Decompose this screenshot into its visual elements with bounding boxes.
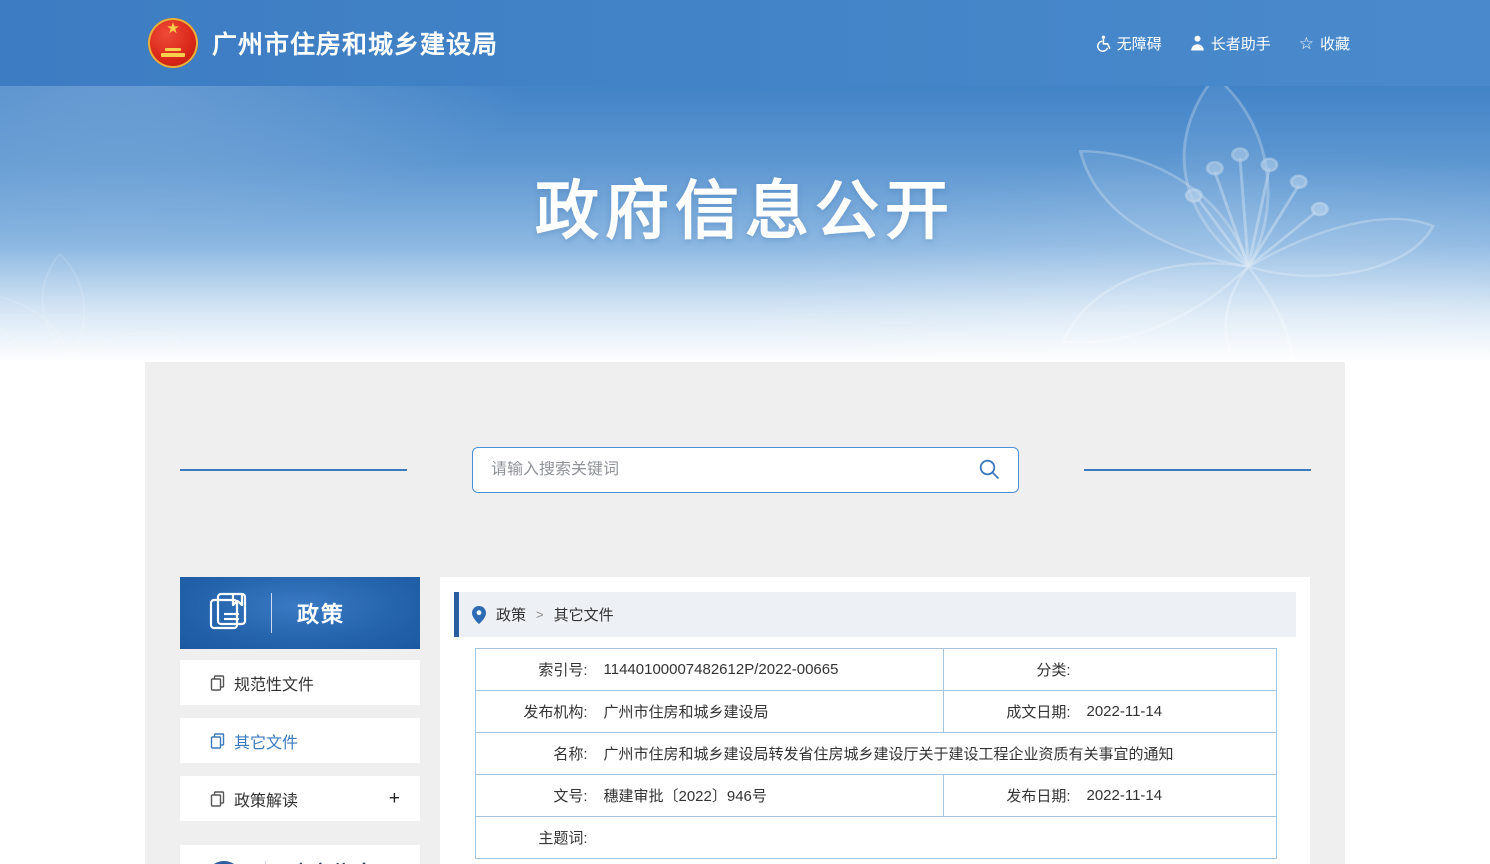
field-label-index: 索引号: <box>476 649 591 691</box>
elder-assistant-link[interactable]: 长者助手 <box>1190 33 1271 54</box>
table-row-keywords: 主题词: <box>476 817 1277 859</box>
document-icon <box>210 675 225 691</box>
field-label-title: 名称: <box>476 733 591 775</box>
sidebar-section-title: 政策 <box>297 597 345 629</box>
field-label-publish-date: 发布日期: <box>944 775 1074 817</box>
sidebar-section-gov-info[interactable]: 政府信息公开 <box>180 845 420 864</box>
accessibility-link[interactable]: 无障碍 <box>1094 33 1162 54</box>
accessibility-label: 无障碍 <box>1117 33 1162 54</box>
field-label-written-date: 成文日期: <box>944 691 1074 733</box>
content-container: 政策 规范性文件 <box>145 362 1345 864</box>
table-row-title: 名称: 广州市住房和城乡建设局转发省住房城乡建设厅关于建设工程企业资质有关事宜的… <box>476 733 1277 775</box>
field-value-category <box>1074 649 1277 691</box>
sidebar-item-other-documents[interactable]: 其它文件 <box>180 718 420 763</box>
star-icon: ☆ <box>1299 35 1314 52</box>
breadcrumb-item-other-documents[interactable]: 其它文件 <box>554 604 614 625</box>
field-value-title: 广州市住房和城乡建设局转发省住房城乡建设厅关于建设工程企业资质有关事宜的通知 <box>591 733 1277 775</box>
vertical-divider <box>271 593 272 633</box>
wheelchair-icon <box>1094 35 1111 52</box>
sidebar: 政策 规范性文件 <box>180 577 420 864</box>
favorite-link[interactable]: ☆ 收藏 <box>1299 33 1350 54</box>
sidebar-item-policy-interpretation[interactable]: 政策解读 + <box>180 776 420 821</box>
book-icon <box>205 588 251 639</box>
field-value-written-date: 2022-11-14 <box>1074 691 1277 733</box>
decorative-line-right <box>1084 469 1311 471</box>
location-pin-icon <box>472 606 486 624</box>
main-panel: 政策 > 其它文件 索引号: 11440100007482612P/2022-0… <box>440 577 1310 864</box>
content-row: 政策 规范性文件 <box>180 577 1311 864</box>
page-title: 政府信息公开 <box>0 160 1490 252</box>
breadcrumb-item-policy[interactable]: 政策 <box>496 604 526 625</box>
site-logo-link[interactable]: ★ 广州市住房和城乡建设局 <box>148 18 498 68</box>
sidebar-item-normative-documents[interactable]: 规范性文件 <box>180 660 420 705</box>
sidebar-menu: 规范性文件 其它文件 <box>180 660 420 821</box>
header-utility-links: 无障碍 长者助手 ☆ 收藏 <box>1094 33 1350 54</box>
field-value-keywords <box>591 817 1277 859</box>
sidebar-section-policy[interactable]: 政策 <box>180 577 420 649</box>
document-icon <box>210 791 225 807</box>
breadcrumb: 政策 > 其它文件 <box>454 592 1296 637</box>
field-value-doc-number: 穗建审批〔2022〕946号 <box>591 775 944 817</box>
national-emblem-icon: ★ <box>148 18 198 68</box>
search-input[interactable] <box>491 461 976 479</box>
elder-person-icon <box>1190 35 1205 51</box>
field-label-category: 分类: <box>944 649 1074 691</box>
elder-assistant-label: 长者助手 <box>1211 33 1271 54</box>
top-header-bar: ★ 广州市住房和城乡建设局 无障碍 长者助手 <box>0 0 1490 86</box>
emblem-star: ★ <box>148 21 198 36</box>
field-value-publish-date: 2022-11-14 <box>1074 775 1277 817</box>
field-label-doc-number: 文号: <box>476 775 591 817</box>
search-section <box>180 447 1311 493</box>
field-value-index: 11440100007482612P/2022-00665 <box>591 649 944 691</box>
lily-flower-decoration-small <box>0 236 200 362</box>
field-value-issuer: 广州市住房和城乡建设局 <box>591 691 944 733</box>
table-row-doc-number: 文号: 穗建审批〔2022〕946号 发布日期: 2022-11-14 <box>476 775 1277 817</box>
emblem-gate-lower <box>161 53 185 57</box>
favorite-label: 收藏 <box>1320 33 1350 54</box>
page-banner: 政府信息公开 <box>0 86 1490 362</box>
search-button[interactable] <box>976 456 1002 485</box>
document-info-table: 索引号: 11440100007482612P/2022-00665 分类: 发… <box>475 648 1277 859</box>
site-title: 广州市住房和城乡建设局 <box>212 25 498 61</box>
sidebar-item-label: 其它文件 <box>234 729 298 753</box>
sidebar-item-label: 政策解读 <box>234 787 298 811</box>
search-icon <box>978 458 1000 483</box>
document-icon <box>210 733 225 749</box>
field-label-issuer: 发布机构: <box>476 691 591 733</box>
breadcrumb-separator: > <box>536 607 544 622</box>
decorative-line-left <box>180 469 407 471</box>
table-row-index: 索引号: 11440100007482612P/2022-00665 分类: <box>476 649 1277 691</box>
emblem-gate-upper <box>165 48 181 51</box>
table-row-issuer: 发布机构: 广州市住房和城乡建设局 成文日期: 2022-11-14 <box>476 691 1277 733</box>
expand-plus-icon[interactable]: + <box>389 789 400 808</box>
search-box <box>472 447 1019 493</box>
field-label-keywords: 主题词: <box>476 817 591 859</box>
sidebar-item-label: 规范性文件 <box>234 671 314 695</box>
